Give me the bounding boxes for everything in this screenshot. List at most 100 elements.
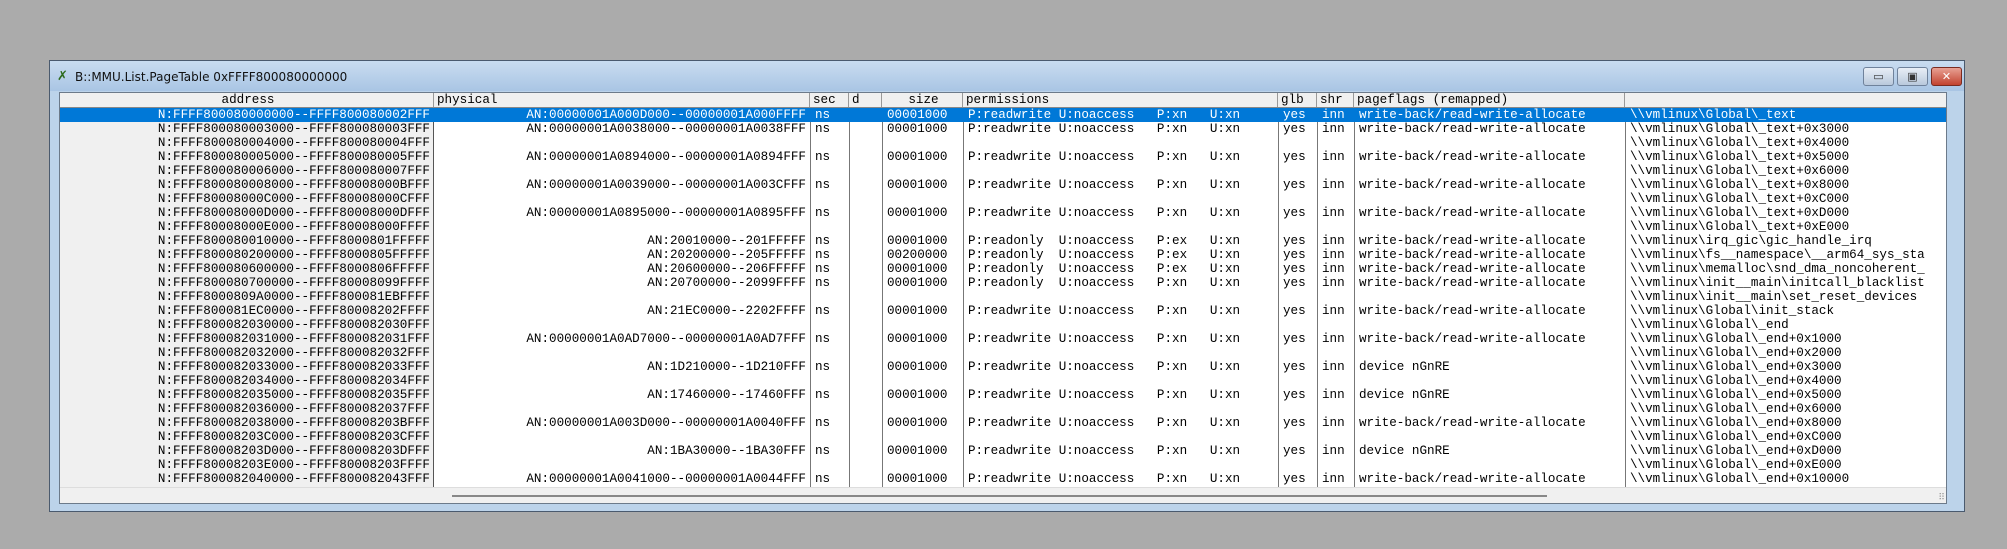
cell-physical [434, 220, 810, 234]
cell-glb: yes [1283, 388, 1306, 402]
cell-glb [1278, 164, 1317, 178]
resize-grip-icon[interactable]: ⠿ [1938, 493, 1945, 503]
cell-perm: P:readonly U:noaccess P:ex U:xn [968, 234, 1241, 248]
table-row[interactable]: N:FFFF800080600000--FFFF8000806FFFFF AN:2… [60, 262, 1946, 276]
table-row[interactable]: N:FFFF800082032000--FFFF800082032FFF \\vm… [60, 346, 1946, 360]
cell-physical: AN:20600000--206FFFFF [647, 262, 806, 276]
cell-address: N:FFFF8000809A0000--FFFF800081EBFFFF [157, 290, 430, 304]
table-row[interactable]: N:FFFF800080006000--FFFF800080007FFF \\vm… [60, 164, 1946, 178]
table-row[interactable]: N:FFFF800082036000--FFFF800082037FFF \\vm… [60, 402, 1946, 416]
cell-perm [963, 192, 1278, 206]
cell-glb: yes [1283, 332, 1306, 346]
cell-d [849, 248, 882, 262]
table-row[interactable]: N:FFFF800080200000--FFFF8000805FFFFF AN:2… [60, 248, 1946, 262]
cell-physical: AN:1BA30000--1BA30FFF [647, 444, 806, 458]
cell-sec [810, 136, 849, 150]
table-row[interactable]: N:FFFF800082030000--FFFF800082030FFF \\vm… [60, 318, 1946, 332]
cell-size: 00001000 [887, 122, 948, 136]
cell-symbol: \\vmlinux\Global\_text+0xE000 [1630, 220, 1850, 234]
table-row[interactable]: N:FFFF80008000D000--FFFF80008000DFFF AN:0… [60, 206, 1946, 220]
header-d[interactable]: d [849, 93, 882, 107]
cell-sec: ns [815, 248, 831, 262]
cell-sec: ns [815, 472, 831, 486]
table-row[interactable]: N:FFFF800080003000--FFFF800080003FFF AN:0… [60, 122, 1946, 136]
cell-shr [1317, 192, 1354, 206]
cell-glb: yes [1283, 150, 1306, 164]
cell-d [849, 192, 882, 206]
table-row[interactable]: N:FFFF800080000000--FFFF800080002FFF AN:0… [60, 108, 1946, 122]
cell-symbol: \\vmlinux\Global\_text+0x8000 [1630, 178, 1850, 192]
cell-physical [434, 290, 810, 304]
table-row[interactable]: N:FFFF80008000C000--FFFF80008000CFFF \\vm… [60, 192, 1946, 206]
table-row[interactable]: N:FFFF800082031000--FFFF800082031FFF AN:0… [60, 332, 1946, 346]
table-row[interactable]: N:FFFF800080005000--FFFF800080005FFF AN:0… [60, 150, 1946, 164]
cell-address: N:FFFF800082034000--FFFF800082034FFF [157, 374, 430, 388]
table-row[interactable]: N:FFFF800080008000--FFFF80008000BFFF AN:0… [60, 178, 1946, 192]
cell-glb [1278, 374, 1317, 388]
cell-symbol: \\vmlinux\Global\_end+0x1000 [1630, 332, 1842, 346]
cell-physical [434, 374, 810, 388]
horizontal-scrollbar[interactable]: ⠿ [60, 487, 1946, 503]
cell-address: N:FFFF800082030000--FFFF800082030FFF [157, 318, 430, 332]
cell-d [849, 360, 882, 374]
header-physical[interactable]: physical [434, 93, 810, 107]
cell-perm [963, 136, 1278, 150]
table-row[interactable]: N:FFFF80008203D000--FFFF80008203DFFF AN:1… [60, 444, 1946, 458]
minimize-button[interactable]: ▭ [1863, 67, 1894, 86]
cell-d [849, 430, 882, 444]
cell-sec: ns [815, 122, 831, 136]
cell-d [849, 332, 882, 346]
cell-shr: inn [1322, 108, 1345, 122]
cell-address: N:FFFF800082035000--FFFF800082035FFF [157, 388, 430, 402]
cell-symbol: \\vmlinux\Global\_end+0xE000 [1630, 458, 1842, 472]
cell-physical [434, 136, 810, 150]
header-size[interactable]: size [882, 93, 963, 107]
table-row[interactable]: N:FFFF800080004000--FFFF800080004FFF \\vm… [60, 136, 1946, 150]
cell-symbol: \\vmlinux\Global\_end+0x10000 [1630, 472, 1850, 486]
maximize-button[interactable]: ▣ [1897, 67, 1928, 86]
title-bar[interactable]: ✗ B::MMU.List.PageTable 0xFFFF8000800000… [50, 61, 1964, 91]
header-glb[interactable]: glb [1278, 93, 1317, 107]
cell-glb: yes [1283, 304, 1306, 318]
cell-glb: yes [1283, 276, 1306, 290]
cell-flags [1354, 374, 1625, 388]
cell-physical: AN:1D210000--1D210FFF [647, 360, 806, 374]
cell-physical [434, 346, 810, 360]
table-row[interactable]: N:FFFF800082034000--FFFF800082034FFF \\vm… [60, 374, 1946, 388]
cell-size [882, 402, 963, 416]
table-row[interactable]: N:FFFF800081EC0000--FFFF80008202FFFF AN:2… [60, 304, 1946, 318]
table-row[interactable]: N:FFFF8000809A0000--FFFF800081EBFFFF \\vm… [60, 290, 1946, 304]
table-row[interactable]: N:FFFF80008000E000--FFFF80008000FFFF \\vm… [60, 220, 1946, 234]
cell-size [882, 136, 963, 150]
table-row[interactable]: N:FFFF800082040000--FFFF800082043FFF AN:0… [60, 472, 1946, 486]
horizontal-scroll-thumb[interactable] [452, 495, 1547, 497]
header-pageflags[interactable]: pageflags (remapped) [1354, 93, 1625, 107]
table-row[interactable]: N:FFFF800082033000--FFFF800082033FFF AN:1… [60, 360, 1946, 374]
cell-sec: ns [815, 360, 831, 374]
table-row[interactable]: N:FFFF800080010000--FFFF8000801FFFFF AN:2… [60, 234, 1946, 248]
header-symbol[interactable] [1625, 93, 1946, 107]
cell-symbol: \\vmlinux\Global\_end+0x6000 [1630, 402, 1842, 416]
cell-sec [810, 220, 849, 234]
table-row[interactable]: N:FFFF80008203C000--FFFF80008203CFFF \\vm… [60, 430, 1946, 444]
table-row[interactable]: N:FFFF800082038000--FFFF80008203BFFF AN:0… [60, 416, 1946, 430]
cell-shr: inn [1322, 276, 1345, 290]
cell-physical: AN:21EC0000--2202FFFF [647, 304, 806, 318]
table-row[interactable]: N:FFFF800082035000--FFFF800082035FFF AN:1… [60, 388, 1946, 402]
close-button[interactable]: ✕ [1931, 67, 1962, 86]
header-sec[interactable]: sec [810, 93, 849, 107]
table-row[interactable]: N:FFFF80008203E000--FFFF80008203FFFF \\vm… [60, 458, 1946, 472]
table-row[interactable]: N:FFFF800080700000--FFFF80008099FFFF AN:2… [60, 276, 1946, 290]
cell-flags: write-back/read-write-allocate [1359, 416, 1586, 430]
cell-d [849, 304, 882, 318]
header-permissions[interactable]: permissions [963, 93, 1278, 107]
cell-size: 00001000 [887, 416, 948, 430]
cell-shr: inn [1322, 206, 1345, 220]
header-shr[interactable]: shr [1317, 93, 1354, 107]
cell-shr: inn [1322, 360, 1345, 374]
cell-perm: P:readwrite U:noaccess P:xn U:xn [968, 206, 1241, 220]
cell-flags: write-back/read-write-allocate [1359, 234, 1586, 248]
header-address[interactable]: address [60, 93, 434, 107]
cell-perm: P:readwrite U:noaccess P:xn U:xn [968, 472, 1241, 486]
cell-address: N:FFFF80008203E000--FFFF80008203FFFF [157, 458, 430, 472]
